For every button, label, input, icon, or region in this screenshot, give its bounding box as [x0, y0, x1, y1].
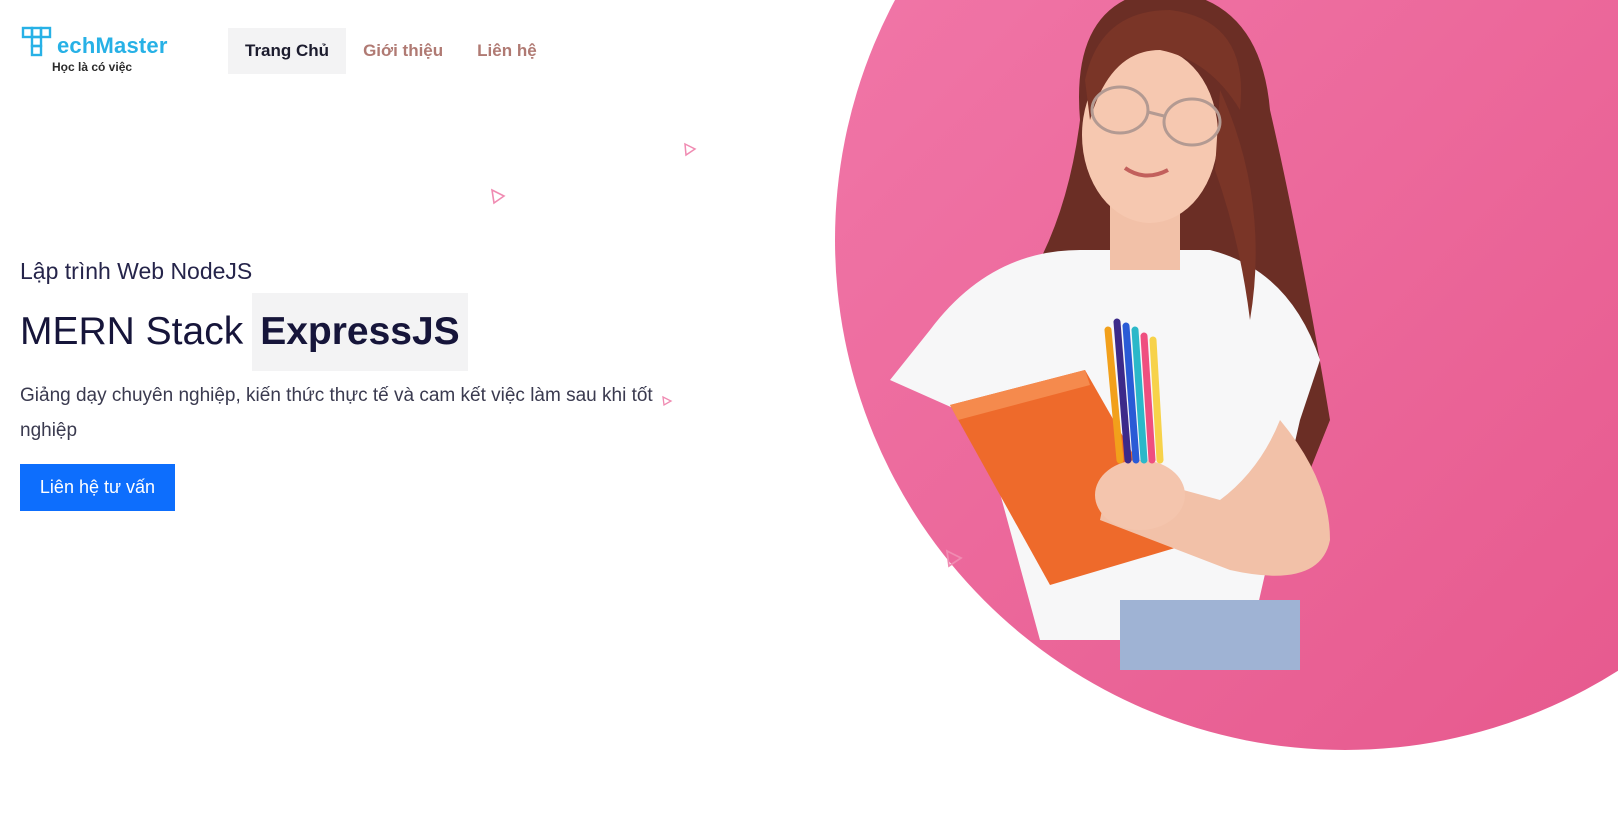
- hero-subtitle: Lập trình Web NodeJS: [20, 258, 253, 284]
- nav-about[interactable]: Giới thiệu: [346, 28, 460, 74]
- hero-title: MERN Stack ExpressJS: [20, 293, 468, 371]
- triangle-outline-icon: [945, 549, 963, 568]
- triangle-outline-icon: [684, 142, 697, 157]
- nav-home[interactable]: Trang Chủ: [228, 28, 347, 74]
- main-nav: Trang Chủ Giới thiệu Liên hệ: [228, 28, 554, 74]
- triangle-outline-icon: [490, 188, 506, 205]
- triangle-outline-icon: [662, 395, 673, 407]
- logo-mark-icon: [21, 26, 52, 57]
- nav-contact[interactable]: Liên hệ: [460, 28, 554, 74]
- hero-description: Giảng dạy chuyên nghiệp, kiến thức thực …: [20, 385, 653, 441]
- brand-name: echMaster: [57, 33, 168, 58]
- brand-logo[interactable]: echMaster Học là có việc: [21, 26, 171, 76]
- contact-consult-button[interactable]: Liên hệ tư vấn: [20, 464, 175, 511]
- brand-tagline: Học là có việc: [52, 60, 133, 74]
- hero-title-highlight: ExpressJS: [252, 293, 468, 371]
- hero-title-plain: MERN Stack: [20, 310, 244, 353]
